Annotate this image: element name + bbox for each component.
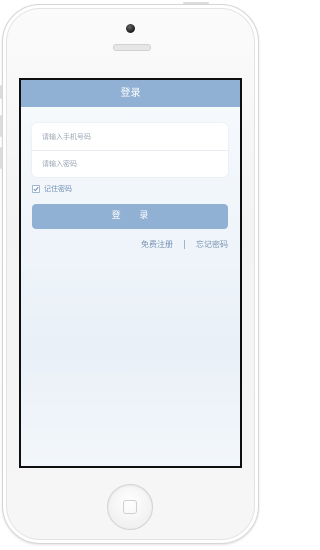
checkmark-icon — [33, 186, 39, 192]
forgot-password-link[interactable]: 忘记密码 — [196, 239, 228, 250]
nav-title: 登录 — [120, 88, 141, 99]
password-input[interactable] — [32, 150, 228, 177]
mute-switch — [0, 85, 2, 99]
remember-password-toggle[interactable]: 记住密码 — [32, 184, 72, 194]
home-button[interactable] — [107, 484, 153, 530]
phone-input[interactable] — [32, 123, 228, 150]
power-button — [183, 2, 209, 4]
remember-label: 记住密码 — [44, 185, 72, 193]
account-links: 免费注册 忘记密码 — [141, 239, 228, 250]
device-screen: 登录 记住密码 登 录 免费注册 忘记密码 — [19, 78, 242, 468]
login-form-card — [32, 123, 228, 177]
earpiece-speaker — [113, 44, 151, 51]
link-divider — [184, 240, 185, 249]
login-button[interactable]: 登 录 — [32, 204, 228, 229]
volume-up-button — [0, 115, 2, 137]
register-link[interactable]: 免费注册 — [141, 239, 173, 250]
login-screen: 登录 记住密码 登 录 免费注册 忘记密码 — [21, 80, 240, 466]
home-square-icon — [123, 500, 137, 514]
remember-checkbox[interactable] — [32, 185, 40, 193]
nav-bar: 登录 — [21, 80, 240, 107]
front-camera — [126, 24, 135, 33]
volume-down-button — [0, 147, 2, 169]
